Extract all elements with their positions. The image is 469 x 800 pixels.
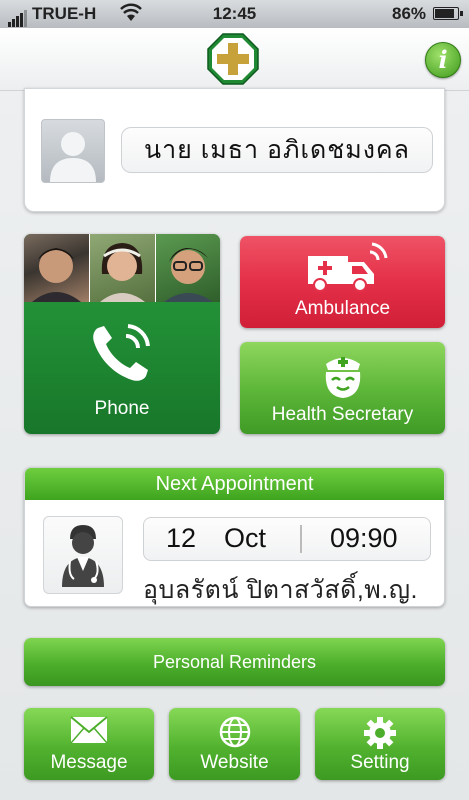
user-name-field[interactable]: นาย เมธา อภิเดชมงคล (121, 127, 433, 173)
ambulance-label: Ambulance (294, 298, 391, 319)
doctor-name: อุบลรัตน์ ปิตาสวัสดิ์,พ.ญ. (143, 576, 418, 604)
setting-label: Setting (350, 752, 410, 773)
green-cross-logo-icon (207, 33, 259, 85)
contact-photo (24, 234, 90, 302)
contact-photo (156, 234, 220, 302)
contact-photo (90, 234, 156, 302)
phone-label: Phone (94, 398, 150, 419)
avatar[interactable] (41, 119, 105, 183)
gear-icon (315, 716, 445, 756)
phone-tile[interactable]: Phone (24, 234, 220, 434)
next-appointment-title: Next Appointment (25, 468, 444, 500)
divider (300, 525, 302, 553)
profile-card: นาย เมธา อภิเดชมงคล (24, 88, 445, 212)
message-label: Message (50, 752, 128, 773)
nurse-icon (318, 350, 368, 405)
envelope-icon (24, 716, 154, 750)
phone-call-icon (88, 322, 154, 391)
status-bar: TRUE-H 12:45 86% (0, 0, 469, 28)
appointment-day: 12 (166, 523, 197, 553)
setting-button[interactable]: Setting (315, 708, 445, 780)
doctor-icon (62, 525, 104, 587)
doctor-avatar (43, 516, 123, 594)
appointment-month: Oct (224, 523, 267, 553)
health-secretary-label: Health Secretary (271, 404, 414, 425)
message-button[interactable]: Message (24, 708, 154, 780)
contact-photos (24, 234, 220, 302)
website-button[interactable]: Website (169, 708, 300, 780)
website-label: Website (200, 752, 269, 773)
personal-reminders-button[interactable]: Personal Reminders (24, 638, 445, 686)
next-appointment-card[interactable]: Next Appointment 12 Oct 09:90 อุบลรัตน์ … (24, 467, 445, 607)
ambulance-icon (304, 242, 390, 299)
battery-icon (433, 7, 463, 20)
battery-percent: 86% (392, 4, 427, 23)
appointment-datetime: 12 Oct 09:90 (143, 517, 431, 561)
app-header: i (0, 28, 469, 91)
ambulance-tile[interactable]: Ambulance (240, 236, 445, 328)
globe-icon (169, 716, 300, 754)
appointment-time: 09:90 (330, 523, 398, 553)
info-button[interactable]: i (425, 42, 461, 78)
person-silhouette-icon (50, 132, 96, 182)
health-secretary-tile[interactable]: Health Secretary (240, 342, 445, 434)
